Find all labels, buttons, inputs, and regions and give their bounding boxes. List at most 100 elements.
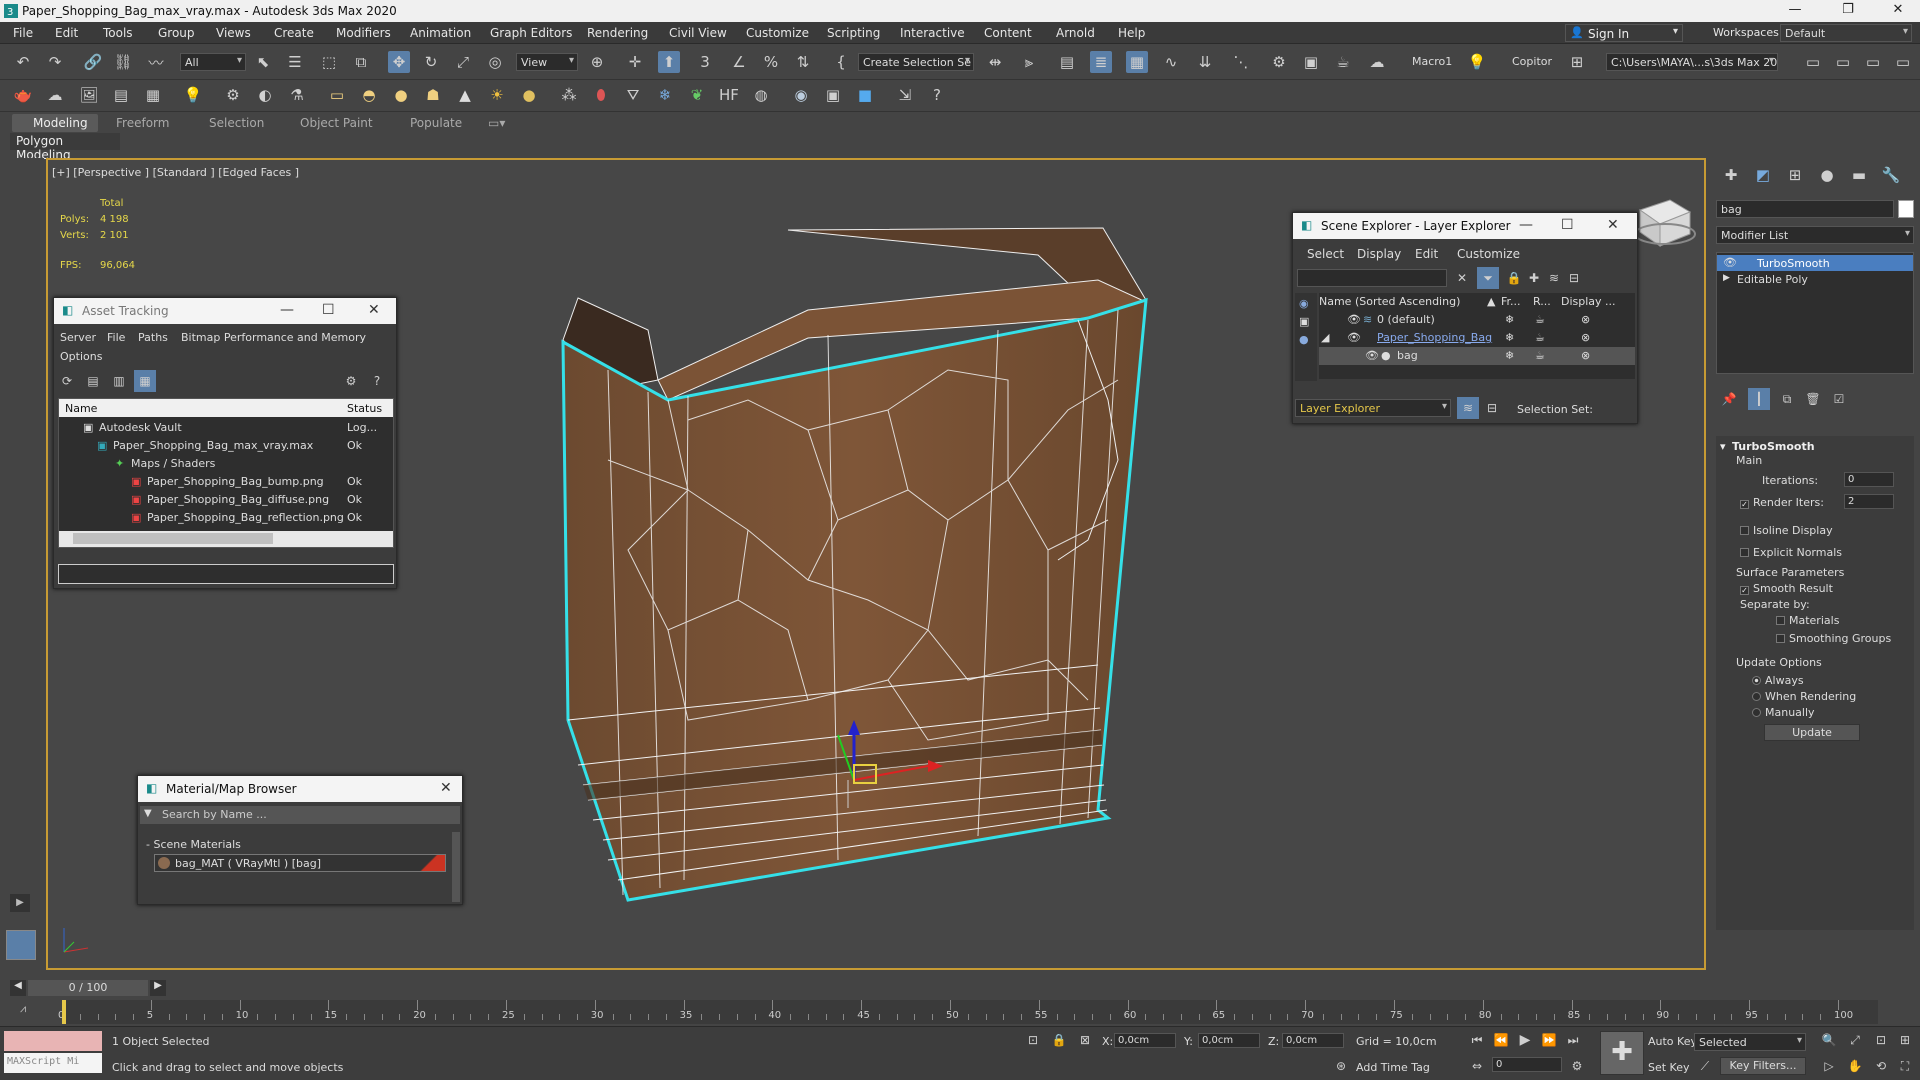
- horizontal-scrollbar[interactable]: [59, 531, 393, 547]
- bulb-tool-icon[interactable]: 💡: [182, 84, 204, 106]
- selection-filter-dropdown[interactable]: All: [180, 53, 246, 71]
- object-name-input[interactable]: bag: [1716, 200, 1894, 218]
- eye-icon[interactable]: 👁: [1365, 349, 1379, 362]
- menu-modifiers[interactable]: Modifiers: [336, 26, 391, 40]
- macro-label[interactable]: Macro1: [1412, 55, 1452, 68]
- layer-explorer-toggle-icon[interactable]: ≋: [1457, 397, 1479, 419]
- cloud-shape-icon[interactable]: ☁: [44, 84, 66, 106]
- rotate-icon[interactable]: ↻: [420, 51, 442, 73]
- sign-in-dropdown[interactable]: 👤 Sign In ▾: [1565, 24, 1683, 42]
- vray-render-icon[interactable]: ■: [854, 84, 876, 106]
- plane-light-icon[interactable]: ▭: [326, 84, 348, 106]
- zoom-extents-all-icon[interactable]: ⊞: [1894, 1029, 1916, 1051]
- chevron-down-icon[interactable]: ▼: [144, 808, 152, 819]
- ambient-light-icon[interactable]: ●: [518, 84, 540, 106]
- key-filters-button[interactable]: Key Filters...: [1720, 1057, 1806, 1075]
- sphere-tool-icon[interactable]: ◐: [254, 84, 276, 106]
- eye-icon[interactable]: 👁: [1347, 331, 1361, 344]
- table-row[interactable]: ▣ Paper_Shopping_Bag_max_vray.max Ok: [59, 437, 393, 455]
- rendered-frame-icon[interactable]: ▣: [1300, 51, 1322, 73]
- render-icon[interactable]: ☕: [1535, 331, 1545, 344]
- configure-sets-icon[interactable]: ☑: [1828, 388, 1850, 410]
- list-item[interactable]: ▶ Editable Poly: [1717, 271, 1913, 287]
- asset-menu-paths[interactable]: Paths: [138, 331, 168, 344]
- z-coord-input[interactable]: 0,0cm: [1282, 1033, 1344, 1048]
- window-tile-1-icon[interactable]: ▭: [1802, 51, 1824, 73]
- snap-toggle-icon[interactable]: 3: [694, 51, 716, 73]
- x-coord-input[interactable]: 0,0cm: [1114, 1033, 1176, 1048]
- next-frame-icon[interactable]: ▶: [150, 980, 166, 996]
- show-end-result-icon[interactable]: ┃: [1748, 388, 1770, 410]
- smooth-result-checkbox[interactable]: ✓: [1740, 586, 1749, 595]
- set-key-big-button[interactable]: ✚: [1600, 1031, 1644, 1075]
- mirror-icon[interactable]: ⇹: [984, 51, 1006, 73]
- material-editor-icon[interactable]: ⋱: [1230, 51, 1252, 73]
- maxscript-mini-listener[interactable]: MAXScript Mi: [4, 1053, 102, 1073]
- col-name-header[interactable]: Name (Sorted Ascending): [1319, 295, 1460, 308]
- modifier-list-dropdown[interactable]: Modifier List: [1716, 226, 1914, 244]
- add-time-tag[interactable]: Add Time Tag: [1356, 1061, 1430, 1074]
- link-icon[interactable]: 🔗: [82, 51, 104, 73]
- selection-lock-icon[interactable]: 🔒: [1048, 1029, 1070, 1051]
- utilities-tab-icon[interactable]: 🔧: [1880, 164, 1902, 186]
- help-icon[interactable]: ?: [366, 370, 388, 392]
- maximize-viewport-icon[interactable]: ⛶: [1894, 1055, 1916, 1077]
- menu-file[interactable]: File: [13, 26, 33, 40]
- key-mode-dropdown[interactable]: Selected: [1694, 1033, 1806, 1051]
- sphere-light-icon[interactable]: ●: [390, 84, 412, 106]
- create-tab-icon[interactable]: ✚: [1720, 164, 1742, 186]
- close-icon[interactable]: ✕: [440, 780, 452, 796]
- copitor-label[interactable]: Copitor: [1512, 55, 1552, 68]
- go-to-end-icon[interactable]: ⏭: [1562, 1029, 1584, 1051]
- close-icon[interactable]: ✕: [1878, 2, 1918, 17]
- vertical-scrollbar[interactable]: [452, 832, 460, 902]
- menu-interactive[interactable]: Interactive: [900, 26, 965, 40]
- menu-edit[interactable]: Edit: [55, 26, 78, 40]
- asset-tracking-titlebar[interactable]: ◧ Asset Tracking — ☐ ✕: [54, 298, 396, 324]
- current-frame-input[interactable]: 0: [1492, 1057, 1562, 1072]
- go-to-start-icon[interactable]: ⏮: [1466, 1029, 1488, 1051]
- rect-selection-icon[interactable]: ⬚: [318, 51, 340, 73]
- list-item[interactable]: 👁 ● bag ❄ ☕ ⊗: [1319, 347, 1635, 365]
- time-config-icon[interactable]: ⚙: [1566, 1055, 1588, 1077]
- help-icon[interactable]: ?: [926, 84, 948, 106]
- orbit-icon[interactable]: ⟲: [1870, 1055, 1892, 1077]
- select-object-icon[interactable]: ⬉: [252, 51, 274, 73]
- scene-explorer-titlebar[interactable]: ◧ Scene Explorer - Layer Explorer — ☐ ✕: [1293, 213, 1637, 239]
- list-view-icon[interactable]: ▤: [82, 370, 104, 392]
- col-display-header[interactable]: Display ...: [1561, 295, 1616, 308]
- mesh-light-icon[interactable]: ☗: [422, 84, 444, 106]
- view-cube[interactable]: [1630, 190, 1700, 260]
- menu-tools[interactable]: Tools: [103, 26, 133, 40]
- select-by-name-icon[interactable]: ☰: [284, 51, 306, 73]
- menu-rendering[interactable]: Rendering: [587, 26, 648, 40]
- light-mode-icon[interactable]: ●: [1299, 333, 1309, 346]
- scale-icon[interactable]: ⤢: [452, 51, 474, 73]
- table-row[interactable]: ▣ Paper_Shopping_Bag_diffuse.png Ok: [59, 491, 393, 509]
- zoom-extents-icon[interactable]: ⊡: [1870, 1029, 1892, 1051]
- material-search-input[interactable]: ▼ Search by Name ...: [140, 806, 460, 824]
- reference-coord-dropdown[interactable]: View: [516, 53, 578, 71]
- key-tangent-icon[interactable]: ⟋: [1694, 1055, 1716, 1077]
- menu-customize[interactable]: Customize: [746, 26, 809, 40]
- hair-icon[interactable]: HF: [718, 84, 740, 106]
- align-icon[interactable]: ⫸: [1018, 51, 1040, 73]
- menu-group[interactable]: Group: [158, 26, 195, 40]
- export-icon[interactable]: ⇲: [894, 84, 916, 106]
- keyboard-shortcut-override-icon[interactable]: ⬆: [658, 51, 680, 73]
- render-icon[interactable]: ☕: [1535, 349, 1545, 362]
- table-view-icon[interactable]: ▦: [134, 370, 156, 392]
- tab-modeling[interactable]: Modeling: [33, 116, 88, 130]
- detail-view-icon[interactable]: ▥: [108, 370, 130, 392]
- place-icon[interactable]: ◎: [484, 51, 506, 73]
- pivot-center-icon[interactable]: ⊕: [586, 51, 608, 73]
- curve-editor-icon[interactable]: ∿: [1160, 51, 1182, 73]
- zoom-all-icon[interactable]: ⤢: [1844, 1029, 1866, 1051]
- explicit-normals-checkbox[interactable]: [1740, 548, 1749, 557]
- asset-tracking-window[interactable]: ◧ Asset Tracking — ☐ ✕ Server File Paths…: [53, 297, 397, 589]
- field-of-view-icon[interactable]: ▷: [1818, 1055, 1840, 1077]
- fur-icon[interactable]: ⁂: [558, 84, 580, 106]
- list-item[interactable]: ◢ 👁 Paper_Shopping_Bag ❄ ☕ ⊗: [1319, 329, 1635, 347]
- make-unique-icon[interactable]: ⧉: [1776, 388, 1798, 410]
- project-folder-icon[interactable]: ⊞: [1566, 51, 1588, 73]
